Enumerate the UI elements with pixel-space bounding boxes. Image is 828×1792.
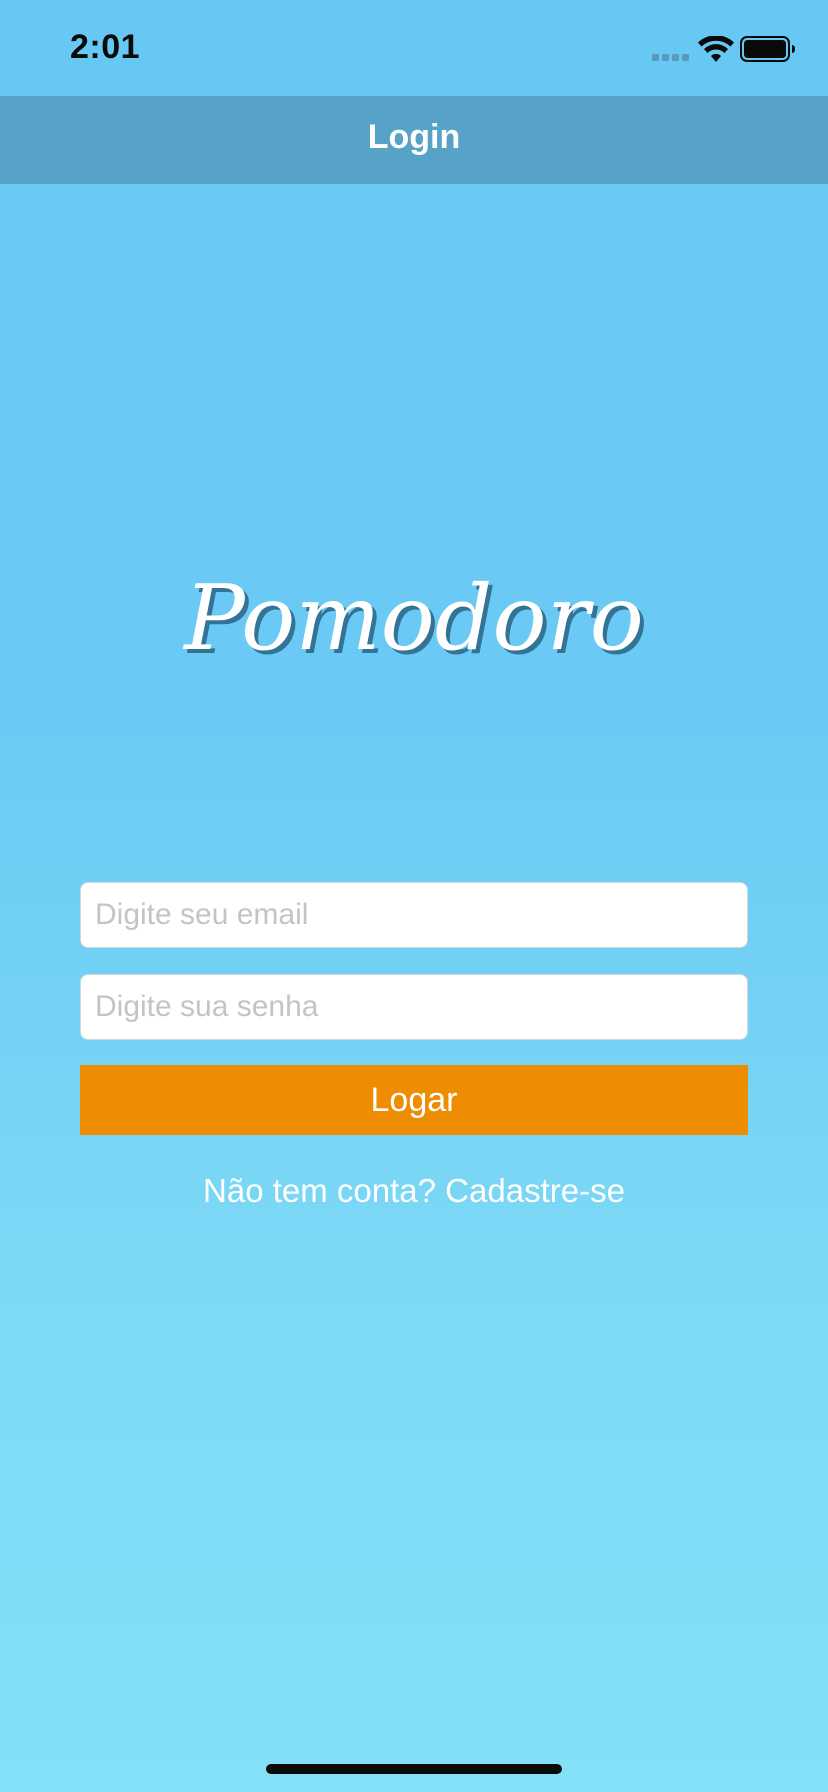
page-title: Login <box>367 118 461 156</box>
cellular-signal-icon <box>652 54 689 61</box>
login-button[interactable]: Logar <box>80 1065 748 1135</box>
wifi-icon <box>698 36 734 62</box>
pomodoro-logo: Pomodoro Pomodoro <box>182 566 648 675</box>
email-field[interactable] <box>80 882 748 948</box>
status-time: 2:01 <box>70 28 141 66</box>
home-indicator <box>266 1764 562 1774</box>
password-field[interactable] <box>80 974 748 1040</box>
navigation-bar: Login <box>0 96 828 184</box>
status-bar: 2:01 <box>0 0 828 96</box>
signup-link[interactable]: Não tem conta? Cadastre-se <box>0 1172 828 1210</box>
svg-text:Pomodoro: Pomodoro <box>182 566 644 671</box>
battery-icon <box>740 36 795 62</box>
